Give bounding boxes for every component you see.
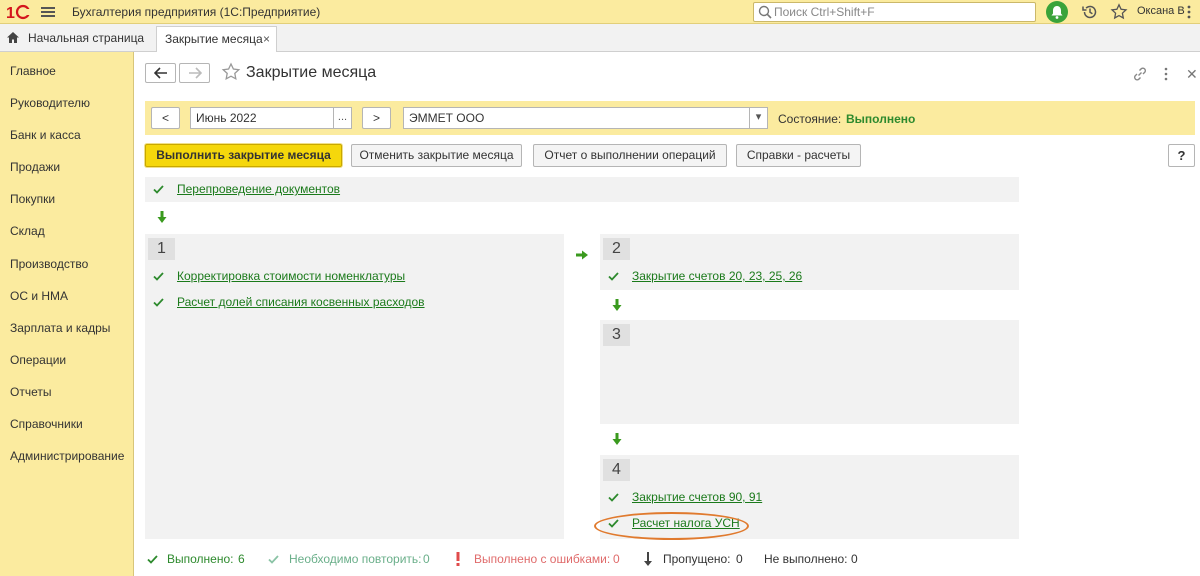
arrow-down-icon (612, 433, 622, 445)
check-icon (608, 272, 619, 281)
main-content: Закрытие месяца ✕ < Июнь 2022 ... > ЭММЕ… (135, 52, 1200, 576)
errors-count: 0 (613, 552, 620, 566)
search-placeholder: Поиск Ctrl+Shift+F (774, 5, 875, 19)
back-button[interactable] (145, 63, 176, 83)
skipped-arrow-down-icon (644, 552, 652, 566)
step-3-number: 3 (603, 324, 630, 346)
skipped-label: Пропущено: (663, 552, 731, 566)
repeat-check-icon (268, 555, 279, 564)
error-exclamation-icon (456, 552, 460, 566)
form-more-icon[interactable] (1164, 66, 1168, 82)
check-icon (153, 185, 164, 194)
help-button[interactable]: ? (1168, 144, 1195, 167)
sidebar-item-salary[interactable]: Зарплата и кадры (10, 321, 110, 335)
check-icon (153, 298, 164, 307)
arrow-left-icon (154, 67, 167, 79)
user-name[interactable]: Оксана В (1137, 5, 1185, 17)
sidebar: Главное Руководителю Банк и касса Продаж… (0, 52, 134, 576)
op-reposting-link[interactable]: Перепроведение документов (177, 182, 340, 196)
references-calculations-button[interactable]: Справки - расчеты (736, 144, 861, 167)
sidebar-item-reports[interactable]: Отчеты (10, 385, 51, 399)
operations-report-button[interactable]: Отчет о выполнении операций (533, 144, 727, 167)
notdone-label: Не выполнено: (764, 552, 848, 566)
link-icon[interactable] (1132, 66, 1148, 82)
step-2-number: 2 (603, 238, 630, 260)
repeat-count: 0 (423, 552, 430, 566)
favorites-star-icon[interactable] (1110, 3, 1128, 21)
add-to-favorites-star-icon[interactable] (221, 62, 241, 82)
tab-month-closing[interactable]: Закрытие месяца × (156, 26, 277, 52)
done-count: 6 (238, 552, 245, 566)
cancel-closing-button[interactable]: Отменить закрытие месяца (351, 144, 522, 167)
organization-value: ЭММЕТ ООО (409, 111, 485, 125)
organization-dropdown-icon[interactable]: ▾ (749, 108, 767, 128)
execute-closing-button[interactable]: Выполнить закрытие месяца (145, 144, 342, 167)
arrow-down-icon (157, 211, 167, 223)
form-close-icon[interactable]: ✕ (1186, 66, 1198, 83)
step-3-block: 3 (600, 320, 1019, 424)
done-check-icon (147, 555, 158, 564)
forward-button[interactable] (179, 63, 210, 83)
tab-bar: Начальная страница Закрытие месяца × (0, 24, 1200, 52)
skipped-count: 0 (736, 552, 743, 566)
done-label: Выполнено: (167, 552, 234, 566)
step-4-number: 4 (603, 459, 630, 481)
op-cost-adjustment-link[interactable]: Корректировка стоимости номенклатуры (177, 269, 405, 283)
sidebar-item-bank[interactable]: Банк и касса (10, 128, 81, 142)
sidebar-item-production[interactable]: Производство (10, 257, 88, 271)
step-prelim-block: Перепроведение документов (145, 177, 1019, 202)
search-icon (758, 5, 772, 19)
filter-bar: < Июнь 2022 ... > ЭММЕТ ООО ▾ Состояние:… (145, 101, 1195, 135)
sidebar-item-catalogs[interactable]: Справочники (10, 417, 83, 431)
period-next-button[interactable]: > (362, 107, 391, 129)
app-title: Бухгалтерия предприятия (1С:Предприятие) (72, 5, 321, 19)
state-label: Состояние: (778, 112, 842, 126)
sidebar-item-director[interactable]: Руководителю (10, 96, 90, 110)
svg-text:1: 1 (6, 5, 15, 21)
usn-highlight-ellipse (594, 512, 749, 540)
period-value: Июнь 2022 (196, 111, 257, 125)
arrow-right-icon (189, 67, 202, 79)
organization-field[interactable]: ЭММЕТ ООО ▾ (403, 107, 768, 129)
repeat-label: Необходимо повторить: (289, 552, 422, 566)
tab-home[interactable]: Начальная страница (0, 24, 154, 52)
sidebar-item-main[interactable]: Главное (10, 64, 56, 78)
home-icon (7, 32, 19, 43)
tab-home-label: Начальная страница (28, 31, 145, 45)
arrow-right-icon (576, 250, 588, 260)
step-2-block: 2 Закрытие счетов 20, 23, 25, 26 (600, 234, 1019, 290)
sidebar-item-purchases[interactable]: Покупки (10, 192, 55, 206)
op-indirect-costs-link[interactable]: Расчет долей списания косвенных расходов (177, 295, 425, 309)
op-close-accounts-90-91-link[interactable]: Закрытие счетов 90, 91 (632, 490, 762, 504)
notdone-count: 0 (851, 552, 858, 566)
more-menu-icon[interactable] (1186, 4, 1192, 20)
sidebar-item-admin[interactable]: Администрирование (10, 449, 124, 463)
check-icon (608, 493, 619, 502)
op-close-accounts-20-26-link[interactable]: Закрытие счетов 20, 23, 25, 26 (632, 269, 802, 283)
period-select-button[interactable]: ... (333, 108, 351, 128)
title-bar: 1 Бухгалтерия предприятия (1С:Предприяти… (0, 0, 1200, 24)
check-icon (153, 272, 164, 281)
period-field[interactable]: Июнь 2022 ... (190, 107, 352, 129)
1c-logo-icon[interactable]: 1 (6, 3, 34, 21)
notifications-bell-icon[interactable] (1046, 1, 1068, 23)
sidebar-item-warehouse[interactable]: Склад (10, 224, 45, 238)
main-menu-icon[interactable] (41, 5, 55, 19)
errors-label: Выполнено с ошибками: (474, 552, 611, 566)
state-value: Выполнено (846, 112, 916, 126)
search-input[interactable]: Поиск Ctrl+Shift+F (753, 2, 1036, 22)
sidebar-item-assets[interactable]: ОС и НМА (10, 289, 68, 303)
arrow-down-icon (612, 299, 622, 311)
tab-close-icon[interactable]: × (263, 27, 270, 51)
history-icon[interactable] (1081, 3, 1099, 21)
step-1-number: 1 (148, 238, 175, 260)
page-title: Закрытие месяца (246, 64, 377, 81)
sidebar-item-sales[interactable]: Продажи (10, 160, 60, 174)
tab-month-closing-label: Закрытие месяца (165, 32, 263, 46)
step-1-block: 1 Корректировка стоимости номенклатуры Р… (145, 234, 564, 539)
period-prev-button[interactable]: < (151, 107, 180, 129)
sidebar-item-operations[interactable]: Операции (10, 353, 66, 367)
